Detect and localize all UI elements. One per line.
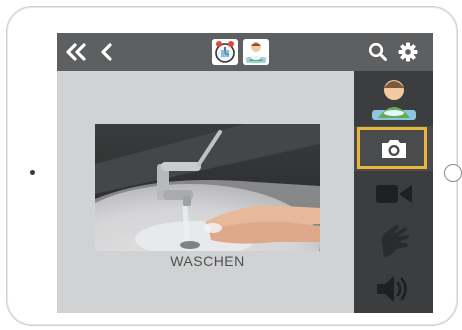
settings-button[interactable] (397, 42, 419, 62)
hand-washing-photo (95, 124, 320, 251)
clock-picture-icon (212, 39, 238, 65)
top-bar (57, 33, 433, 71)
search-button[interactable] (367, 42, 389, 62)
washing-boy-picture-icon (243, 39, 269, 65)
tablet-frame: WASCHEN (6, 6, 462, 326)
sidebar-item-symbol[interactable] (354, 71, 433, 126)
symbol-picture-icon (371, 79, 416, 120)
sidebar-item-sign[interactable] (354, 217, 433, 265)
double-chevron-left-icon (66, 43, 86, 61)
camera-icon (381, 139, 406, 158)
card-caption: WASCHEN (170, 253, 245, 269)
video-icon (375, 185, 412, 203)
app-screen: WASCHEN (57, 33, 433, 313)
sidebar-item-video[interactable] (354, 171, 433, 217)
media-sidebar (354, 71, 433, 313)
back-button[interactable] (97, 42, 117, 62)
home-button[interactable] (444, 164, 462, 182)
hand-washing-photo-image (95, 124, 320, 251)
back-to-start-button[interactable] (63, 42, 91, 62)
front-camera (30, 170, 35, 175)
speaker-icon (376, 276, 407, 302)
clock-thumbnail[interactable] (212, 39, 238, 65)
chevron-left-icon (101, 43, 112, 61)
sign-language-icon (381, 224, 409, 257)
sidebar-item-audio[interactable] (354, 265, 433, 313)
sidebar-item-photo[interactable] (354, 126, 433, 171)
washing-thumbnail[interactable] (243, 39, 269, 65)
search-icon (368, 42, 387, 61)
gear-icon (398, 42, 418, 62)
